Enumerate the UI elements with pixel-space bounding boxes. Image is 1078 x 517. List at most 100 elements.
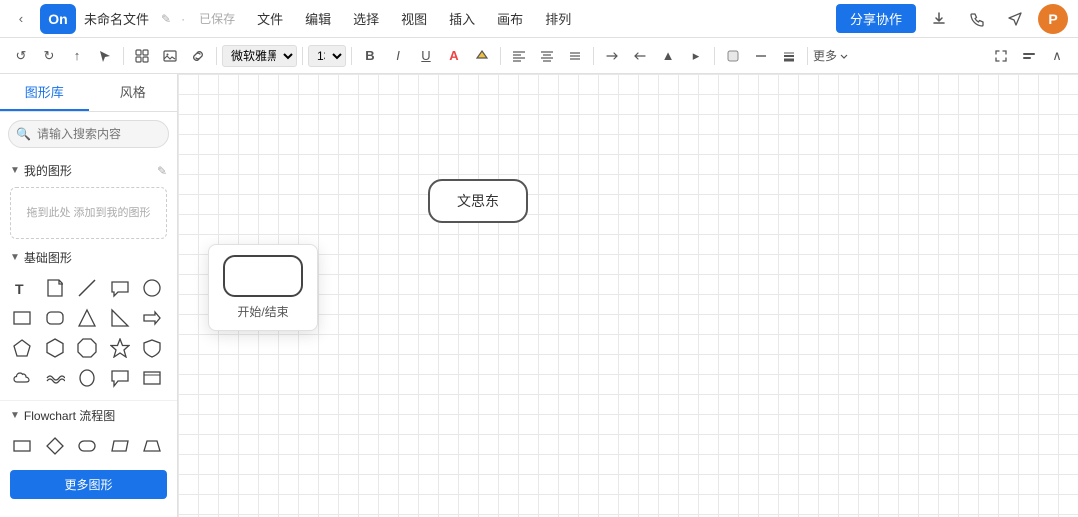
- image-insert[interactable]: [157, 43, 183, 69]
- divider2: [216, 47, 217, 65]
- shape-speech-bubble[interactable]: [106, 364, 134, 392]
- more-shapes-button[interactable]: 更多图形: [10, 470, 167, 499]
- toolbar-right-icons: ∧: [988, 43, 1070, 69]
- shape-star[interactable]: [106, 334, 134, 362]
- edit-filename-icon[interactable]: ✎: [161, 12, 171, 26]
- top-bar-right: 分享协作 P: [836, 4, 1068, 34]
- saved-status: 已保存: [199, 10, 235, 27]
- sidebar-tabs: 图形库 风格: [0, 74, 177, 112]
- font-size-select[interactable]: 13px 10px 14px 16px: [308, 45, 346, 67]
- basic-shapes-grid: T: [0, 270, 177, 396]
- flowchart-section-header[interactable]: ▼ Flowchart 流程图: [0, 401, 177, 428]
- layout-button[interactable]: [1016, 43, 1042, 69]
- menu-file[interactable]: 文件: [253, 7, 287, 30]
- share-button[interactable]: 分享协作: [836, 4, 916, 33]
- underline-button[interactable]: U: [413, 43, 439, 69]
- divider6: [593, 47, 594, 65]
- flow-diamond[interactable]: [41, 432, 69, 460]
- shape-rounded-rectangle[interactable]: [41, 304, 69, 332]
- shape-wave[interactable]: [41, 364, 69, 392]
- top-bar: ‹ On 未命名文件 ✎ · 已保存 文件 编辑 选择 视图 插入 画布 排列 …: [0, 0, 1078, 38]
- edit-shapes-icon[interactable]: ✎: [157, 164, 167, 178]
- grid-toggle[interactable]: [129, 43, 155, 69]
- cursor-tool[interactable]: [92, 43, 118, 69]
- svg-text:T: T: [15, 281, 24, 297]
- menu-select[interactable]: 选择: [349, 7, 383, 30]
- font-family-select[interactable]: 微软雅黑 Arial: [222, 45, 297, 67]
- shape-tooltip-popup: 开始/结束: [208, 244, 318, 331]
- shape-callout[interactable]: [106, 274, 134, 302]
- more-tb-3[interactable]: ▲: [655, 43, 681, 69]
- shape-hexagon[interactable]: [41, 334, 69, 362]
- basic-shapes-caret: ▼: [10, 252, 20, 263]
- italic-button[interactable]: I: [385, 43, 411, 69]
- basic-shapes-section-header[interactable]: ▼ 基础图形: [0, 243, 177, 270]
- shape-arrow-right[interactable]: [138, 304, 166, 332]
- up-button[interactable]: ↑: [64, 43, 90, 69]
- shape-cloud[interactable]: [8, 364, 36, 392]
- divider1: [123, 47, 124, 65]
- shape-blob[interactable]: [73, 364, 101, 392]
- shape-text[interactable]: T: [8, 274, 36, 302]
- avatar-button[interactable]: P: [1038, 4, 1068, 34]
- link-insert[interactable]: [185, 43, 211, 69]
- sidebar: 图形库 风格 🔍 ▼ 我的图形 ✎ 拖到此处 添加到我的图形 ▼ 基础图形: [0, 74, 178, 517]
- shape-pentagon[interactable]: [8, 334, 36, 362]
- shape-shield[interactable]: [138, 334, 166, 362]
- flowchart-caret: ▼: [10, 410, 20, 421]
- divider4: [351, 47, 352, 65]
- my-shapes-label: 我的图形: [24, 162, 72, 179]
- shape-frame[interactable]: [138, 364, 166, 392]
- search-icon: 🔍: [16, 127, 31, 141]
- shape-triangle[interactable]: [73, 304, 101, 332]
- redo-button[interactable]: ↻: [36, 43, 62, 69]
- shape-ellipse[interactable]: [138, 274, 166, 302]
- more-tb-2[interactable]: [627, 43, 653, 69]
- align-options[interactable]: [562, 43, 588, 69]
- shape-octagon[interactable]: [73, 334, 101, 362]
- shape-line[interactable]: [73, 274, 101, 302]
- menu-arrange[interactable]: 排列: [541, 7, 575, 30]
- menu-edit[interactable]: 编辑: [301, 7, 335, 30]
- divider3: [302, 47, 303, 65]
- menu-canvas[interactable]: 画布: [493, 7, 527, 30]
- send-button[interactable]: [1000, 4, 1030, 34]
- align-left-button[interactable]: [506, 43, 532, 69]
- highlight-button[interactable]: [469, 43, 495, 69]
- canvas-shape-wensi[interactable]: 文思东: [428, 179, 528, 223]
- undo-button[interactable]: ↺: [8, 43, 34, 69]
- search-box: 🔍: [8, 120, 169, 148]
- dot-separator: ·: [181, 12, 185, 26]
- collapse-toolbar-button[interactable]: ∧: [1044, 43, 1070, 69]
- my-shapes-section-header[interactable]: ▼ 我的图形 ✎: [0, 156, 177, 183]
- tooltip-label: 开始/结束: [237, 303, 288, 320]
- shape-right-triangle[interactable]: [106, 304, 134, 332]
- search-input[interactable]: [8, 120, 169, 148]
- more-tb-4[interactable]: ▸: [683, 43, 709, 69]
- align-center-button[interactable]: [534, 43, 560, 69]
- tab-style[interactable]: 风格: [89, 74, 178, 111]
- menu-view[interactable]: 视图: [397, 7, 431, 30]
- font-color-button[interactable]: A: [441, 43, 467, 69]
- flow-trapezoid[interactable]: [138, 432, 166, 460]
- flow-rect[interactable]: [8, 432, 36, 460]
- bold-button[interactable]: B: [357, 43, 383, 69]
- menu-insert[interactable]: 插入: [445, 7, 479, 30]
- stroke-size-btn[interactable]: [776, 43, 802, 69]
- more-button[interactable]: 更多: [813, 47, 849, 64]
- phone-button[interactable]: [962, 4, 992, 34]
- flow-rounded-rect[interactable]: [73, 432, 101, 460]
- tab-shapes[interactable]: 图形库: [0, 74, 89, 111]
- shape-rectangle[interactable]: [8, 304, 36, 332]
- fill-btn[interactable]: [720, 43, 746, 69]
- more-tb-1[interactable]: [599, 43, 625, 69]
- download-button[interactable]: [924, 4, 954, 34]
- back-button[interactable]: ‹: [10, 8, 32, 30]
- shape-note[interactable]: [41, 274, 69, 302]
- tooltip-shape-preview: [223, 255, 303, 297]
- fullscreen-button[interactable]: [988, 43, 1014, 69]
- canvas-area[interactable]: 文思东 开始/结束: [178, 74, 1078, 517]
- line-btn[interactable]: [748, 43, 774, 69]
- flow-parallel[interactable]: [106, 432, 134, 460]
- my-shapes-drop-zone: 拖到此处 添加到我的图形: [10, 187, 167, 239]
